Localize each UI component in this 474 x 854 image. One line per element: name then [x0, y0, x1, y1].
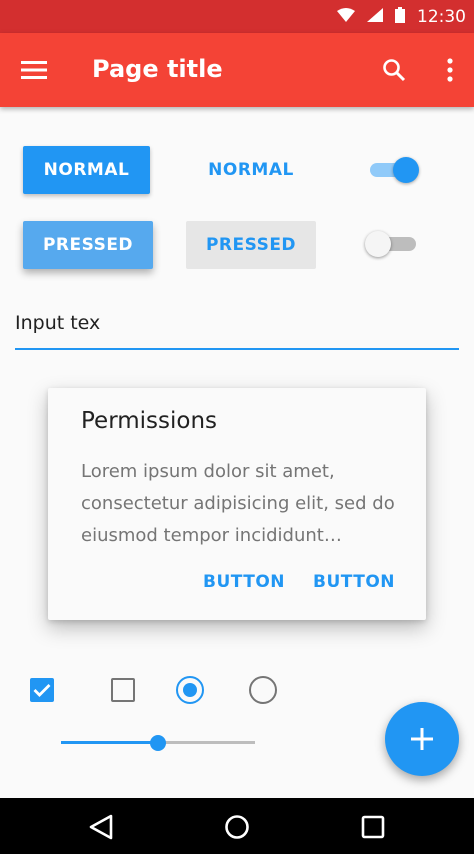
app-bar: Page title	[0, 33, 474, 107]
flat-button-normal[interactable]: NORMAL	[186, 146, 316, 194]
menu-button[interactable]	[16, 52, 52, 88]
page-title: Page title	[92, 55, 223, 83]
status-icons: 12:30	[337, 0, 466, 33]
recents-button[interactable]	[356, 810, 390, 844]
raised-button-normal-label: NORMAL	[43, 160, 130, 180]
signal-icon	[367, 7, 383, 26]
overflow-menu-button[interactable]	[432, 52, 468, 88]
nav-bar	[0, 798, 474, 854]
battery-icon	[395, 6, 405, 27]
home-button[interactable]	[220, 810, 254, 844]
recents-icon	[361, 815, 385, 839]
switch-on[interactable]	[366, 154, 422, 186]
menu-icon	[21, 61, 47, 79]
flat-button-pressed-label: PRESSED	[205, 235, 297, 255]
back-button[interactable]	[84, 810, 118, 844]
switch-thumb	[365, 231, 391, 257]
permissions-dialog: Permissions Lorem ipsum dolor sit amet, …	[48, 388, 426, 620]
dialog-button-1-label: BUTTON	[202, 572, 286, 592]
dialog-button-2-label: BUTTON	[312, 572, 396, 592]
slider[interactable]	[61, 733, 255, 753]
raised-button-pressed-label: PRESSED	[42, 235, 134, 255]
checkbox-checked[interactable]	[30, 678, 54, 702]
switch-off[interactable]	[362, 228, 418, 260]
radio-unselected[interactable]	[249, 676, 277, 704]
text-input[interactable]	[15, 306, 459, 350]
more-vert-icon	[447, 58, 453, 82]
dialog-body: Lorem ipsum dolor sit amet, consectetur …	[81, 461, 395, 546]
dialog-title: Permissions	[81, 408, 218, 434]
checkbox-unchecked[interactable]	[111, 678, 135, 702]
wifi-icon	[337, 7, 355, 26]
status-time: 12:30	[417, 6, 466, 27]
switch-thumb	[393, 157, 419, 183]
back-icon	[89, 814, 113, 840]
slider-fill	[61, 741, 158, 744]
add-fab[interactable]	[385, 702, 459, 776]
raised-button-normal[interactable]: NORMAL	[23, 146, 150, 194]
raised-button-pressed[interactable]: PRESSED	[23, 221, 153, 269]
check-icon	[33, 684, 51, 697]
home-icon	[225, 815, 249, 839]
radio-selected[interactable]	[176, 676, 204, 704]
slider-thumb[interactable]	[150, 735, 166, 751]
flat-button-pressed[interactable]: PRESSED	[186, 221, 316, 269]
status-bar: 12:30	[0, 0, 474, 33]
add-icon	[411, 728, 433, 750]
dialog-button-2[interactable]: BUTTON	[308, 564, 400, 600]
flat-button-normal-label: NORMAL	[208, 160, 294, 180]
dialog-button-1[interactable]: BUTTON	[198, 564, 290, 600]
search-icon	[383, 59, 406, 82]
radio-dot	[183, 683, 197, 697]
search-button[interactable]	[376, 52, 412, 88]
